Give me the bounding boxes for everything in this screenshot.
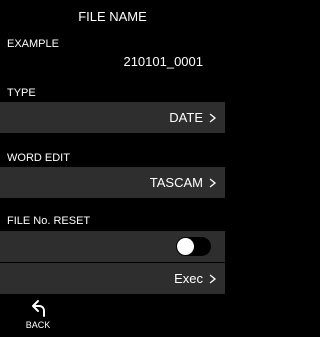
- chevron-right-icon: [209, 112, 217, 123]
- file-no-reset-toggle-row[interactable]: [0, 231, 225, 262]
- back-label: BACK: [25, 320, 51, 330]
- example-label: EXAMPLE: [7, 38, 59, 50]
- file-name-screen: FILE NAME EXAMPLE 210101_0001 TYPE DATE …: [0, 0, 225, 337]
- exec-row[interactable]: Exec: [0, 263, 225, 294]
- chevron-right-icon: [209, 177, 217, 188]
- back-arrow-icon: [32, 300, 45, 317]
- type-row[interactable]: DATE: [0, 102, 225, 133]
- back-button[interactable]: BACK: [20, 298, 56, 334]
- exec-label: Exec: [174, 271, 203, 286]
- word-edit-value: TASCAM: [149, 175, 203, 190]
- word-edit-row[interactable]: TASCAM: [0, 167, 225, 198]
- example-value: 210101_0001: [123, 54, 203, 69]
- type-label: TYPE: [7, 87, 36, 99]
- file-no-reset-label: FILE No. RESET: [7, 215, 91, 227]
- page-title-text: FILE NAME: [78, 9, 147, 24]
- file-no-reset-toggle[interactable]: [176, 237, 211, 256]
- type-value: DATE: [169, 110, 203, 125]
- word-edit-label: WORD EDIT: [7, 152, 70, 164]
- page-title: FILE NAME: [0, 0, 225, 33]
- chevron-right-icon: [209, 273, 217, 284]
- toggle-knob: [177, 238, 194, 255]
